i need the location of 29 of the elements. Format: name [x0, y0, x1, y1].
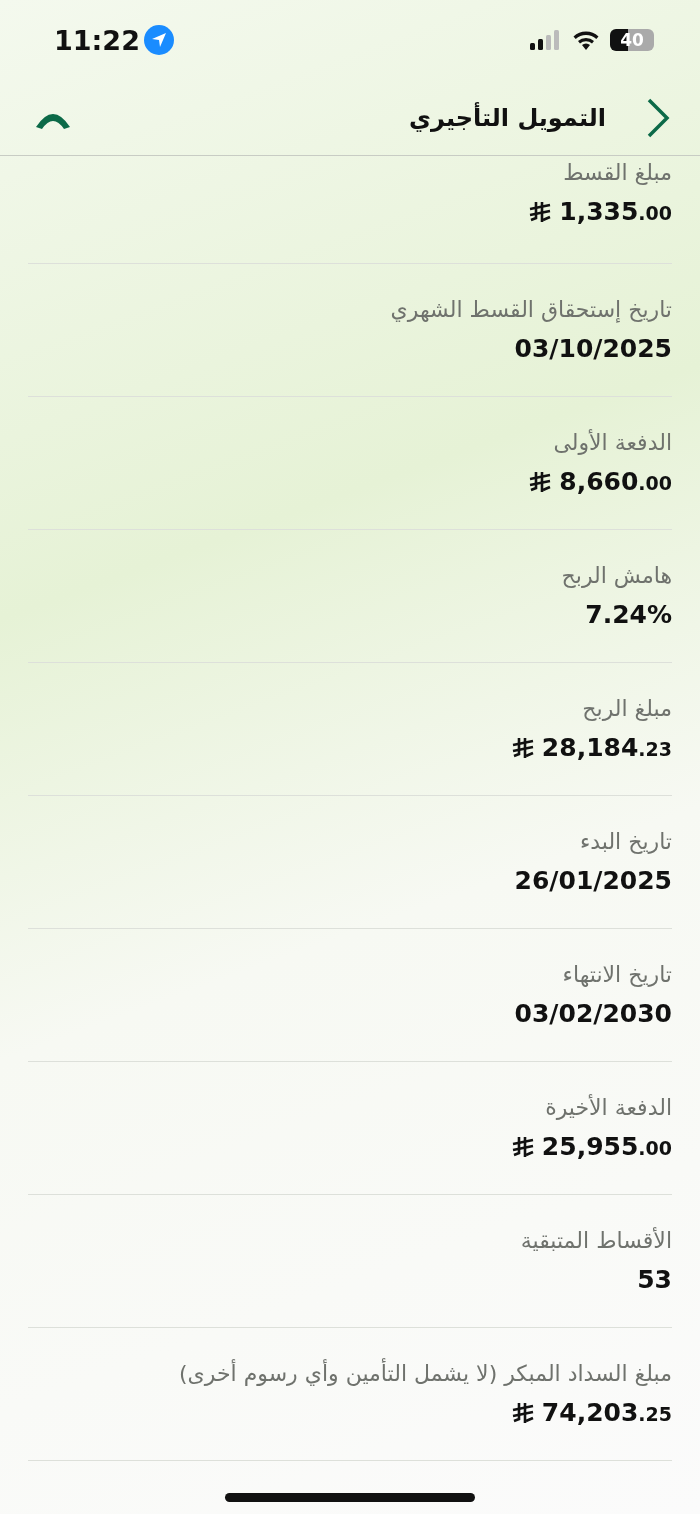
- field-label: مبلغ القسط: [563, 160, 672, 185]
- field-label: تاريخ البدء: [579, 829, 672, 854]
- field-value: 03/02/2030: [514, 999, 672, 1028]
- field-label: الأقساط المتبقية: [520, 1228, 672, 1253]
- field-value: 53: [637, 1265, 672, 1294]
- riyal-icon: [529, 200, 552, 223]
- signal-icon: [530, 30, 562, 50]
- riyal-icon: [511, 1401, 534, 1424]
- field-value: 26/01/2025: [514, 866, 672, 895]
- wifi-icon: [572, 30, 600, 50]
- field-value: 28,184.23: [541, 733, 672, 762]
- field-label: الدفعة الأخيرة: [545, 1095, 672, 1120]
- back-chevron-icon[interactable]: [646, 97, 670, 138]
- riyal-icon: [529, 470, 552, 493]
- field-value: 74,203.25: [541, 1398, 672, 1427]
- riyal-icon: [511, 736, 534, 759]
- field-label: الدفعة الأولى: [553, 430, 672, 455]
- riyal-icon: [511, 1135, 534, 1158]
- field-label: مبلغ الربح: [582, 696, 672, 721]
- status-time: 11:22: [54, 24, 140, 56]
- field-value: 1,335.00: [559, 197, 672, 226]
- field-value: 25,955.00: [541, 1132, 672, 1161]
- field-value: 03/10/2025: [514, 334, 672, 363]
- field-value: 7.24%: [585, 600, 672, 629]
- field-label: تاريخ الانتهاء: [562, 962, 672, 987]
- field-value: 8,660.00: [559, 467, 672, 496]
- field-label: هامش الربح: [561, 563, 672, 588]
- page-title: التمويل التأجيري: [408, 103, 606, 132]
- field-label: تاريخ إستحقاق القسط الشهري: [390, 297, 672, 322]
